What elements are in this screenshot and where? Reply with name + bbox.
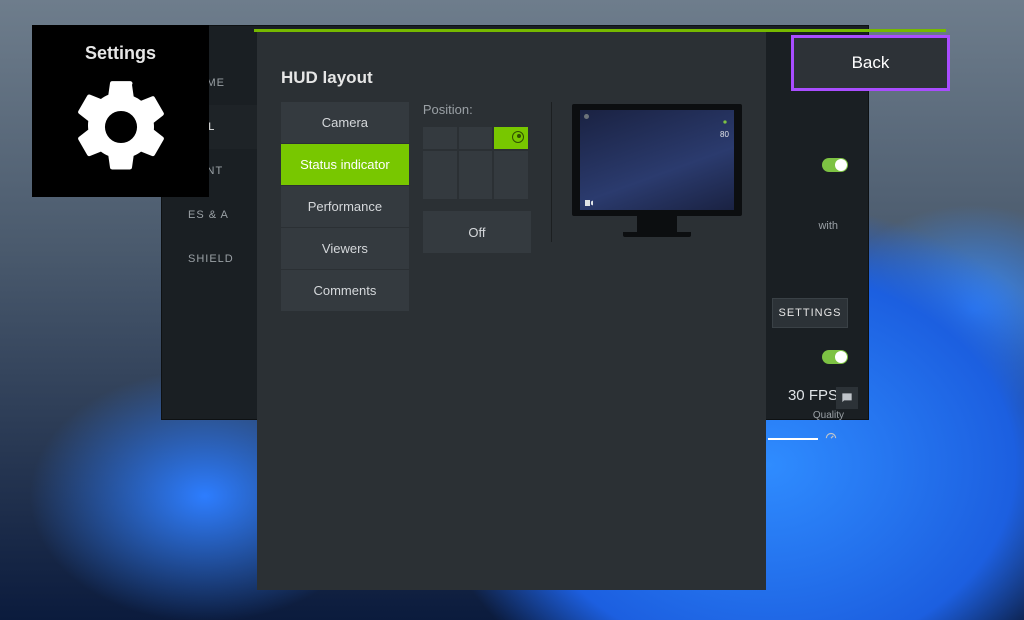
feedback-button[interactable] bbox=[836, 387, 858, 409]
pos-bottom-center[interactable] bbox=[459, 151, 493, 199]
gear-icon bbox=[66, 72, 176, 182]
settings-callout-title: Settings bbox=[85, 43, 156, 64]
pos-top-center[interactable] bbox=[459, 127, 493, 149]
hud-item-camera[interactable]: Camera bbox=[281, 102, 409, 144]
hud-layout-panel: HUD layout Camera Status indicator Perfo… bbox=[257, 32, 766, 590]
monitor-dot-icon bbox=[584, 114, 589, 119]
monitor-camera-icon bbox=[583, 196, 593, 206]
gauge-icon bbox=[824, 430, 838, 444]
monitor-status-icon bbox=[720, 114, 730, 124]
monitor-status-value: 80 bbox=[720, 130, 730, 140]
toggle-2[interactable] bbox=[822, 350, 848, 364]
fps-value: 30 FPS bbox=[788, 387, 838, 404]
monitor-preview: 80 bbox=[572, 102, 742, 570]
pos-bottom-right[interactable] bbox=[494, 151, 528, 199]
hud-title: HUD layout bbox=[281, 68, 373, 88]
nav-games[interactable]: ES & A bbox=[162, 193, 258, 237]
pos-bottom-left[interactable] bbox=[423, 151, 457, 199]
settings-button[interactable]: SETTINGS bbox=[772, 298, 848, 328]
divider bbox=[551, 102, 552, 242]
position-column: Position: Off bbox=[423, 102, 531, 570]
hud-item-viewers[interactable]: Viewers bbox=[281, 228, 409, 270]
hud-item-list: Camera Status indicator Performance View… bbox=[281, 102, 409, 570]
nav-shield[interactable]: SHIELD bbox=[162, 237, 258, 281]
toggle-1[interactable] bbox=[822, 158, 848, 172]
position-grid bbox=[423, 127, 528, 197]
monitor-base bbox=[623, 232, 691, 237]
pos-top-left[interactable] bbox=[423, 127, 457, 149]
hud-item-performance[interactable]: Performance bbox=[281, 186, 409, 228]
accent-bar bbox=[254, 29, 946, 32]
with-label: with bbox=[818, 220, 838, 232]
quality-label: Quality bbox=[813, 410, 844, 421]
monitor-stand bbox=[637, 216, 677, 232]
hud-item-comments[interactable]: Comments bbox=[281, 270, 409, 312]
hud-item-status-indicator[interactable]: Status indicator bbox=[281, 144, 409, 186]
monitor-screen: 80 bbox=[572, 104, 742, 216]
settings-callout: Settings bbox=[32, 25, 209, 197]
position-off-button[interactable]: Off bbox=[423, 211, 531, 253]
back-button[interactable]: Back bbox=[791, 35, 950, 91]
pos-top-right[interactable] bbox=[494, 127, 528, 149]
position-label: Position: bbox=[423, 102, 531, 117]
quality-slider[interactable] bbox=[768, 438, 818, 440]
